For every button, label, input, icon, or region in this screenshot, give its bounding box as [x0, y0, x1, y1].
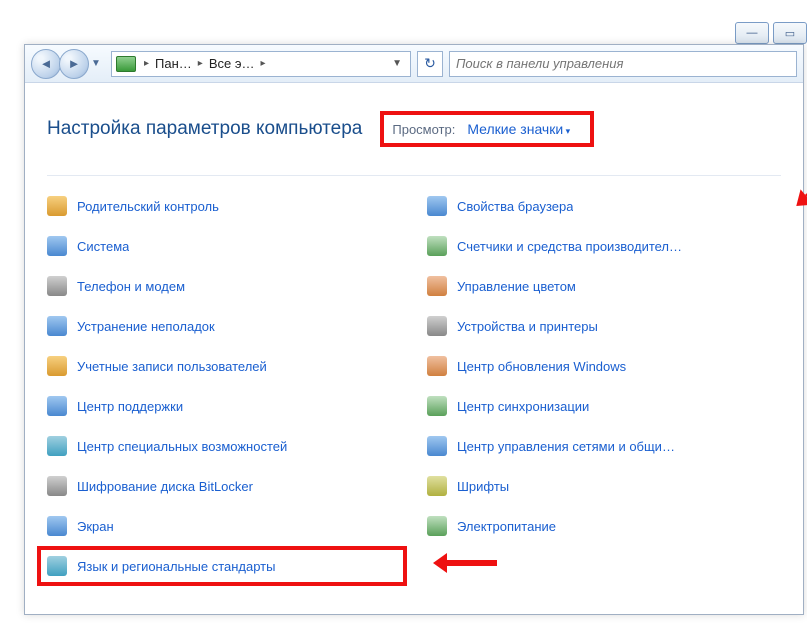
cp-item-label: Электропитание	[457, 519, 556, 534]
cp-item-label: Язык и региональные стандарты	[77, 559, 275, 574]
breadcrumb-2[interactable]: Все э…	[205, 56, 259, 71]
cp-item-label: Телефон и модем	[77, 279, 185, 294]
cp-item-icon	[427, 196, 447, 216]
crumb-sep-icon: ▸	[196, 58, 205, 69]
cp-item-label: Свойства браузера	[457, 199, 573, 214]
view-label: Просмотр:	[392, 122, 455, 137]
cp-item-icon	[47, 476, 67, 496]
cp-item-label: Центр поддержки	[77, 399, 183, 414]
cp-item[interactable]: Система	[47, 226, 407, 266]
cp-item-icon	[47, 356, 67, 376]
cp-item[interactable]: Центр специальных возможностей	[47, 426, 407, 466]
minimize-button[interactable]: —	[735, 22, 769, 44]
search-input[interactable]	[456, 56, 790, 71]
cp-item[interactable]: Устройства и принтеры	[427, 306, 807, 346]
cp-item-label: Родительский контроль	[77, 199, 219, 214]
forward-button[interactable]: ►	[59, 49, 89, 79]
refresh-button[interactable]: ↻	[417, 51, 443, 77]
cp-item-icon	[427, 316, 447, 336]
cp-item-icon	[47, 556, 67, 576]
cp-item[interactable]: Шифрование диска BitLocker	[47, 466, 407, 506]
breadcrumb-1[interactable]: Пан…	[151, 56, 196, 71]
cp-item-label: Центр синхронизации	[457, 399, 589, 414]
cp-item-icon	[47, 276, 67, 296]
content-area: Настройка параметров компьютера Просмотр…	[25, 83, 803, 614]
toolbar: ◄ ► ▼ ▸ Пан… ▸ Все э… ▸ ▼ ↻	[25, 45, 803, 83]
cp-item[interactable]: Центр обновления Windows	[427, 346, 807, 386]
cp-item-label: Учетные записи пользователей	[77, 359, 267, 374]
cp-item-icon	[427, 516, 447, 536]
cp-item-highlighted[interactable]: Язык и региональные стандарты	[37, 546, 407, 586]
cp-item-label: Управление цветом	[457, 279, 576, 294]
divider	[47, 175, 781, 176]
cp-item-label: Система	[77, 239, 129, 254]
cp-item[interactable]: Шрифты	[427, 466, 807, 506]
annotation-arrow-bottom	[427, 546, 807, 586]
cp-item-label: Центр специальных возможностей	[77, 439, 287, 454]
cp-item-label: Устранение неполадок	[77, 319, 215, 334]
address-dropdown-icon[interactable]: ▼	[388, 58, 406, 69]
cp-item-icon	[427, 356, 447, 376]
cp-item[interactable]: Управление цветом	[427, 266, 807, 306]
cp-item-icon	[47, 236, 67, 256]
cp-item-label: Шрифты	[457, 479, 509, 494]
cp-item[interactable]: Учетные записи пользователей	[47, 346, 407, 386]
cp-item[interactable]: Устранение неполадок	[47, 306, 407, 346]
search-box[interactable]	[449, 51, 797, 77]
cp-item[interactable]: Свойства браузера	[427, 186, 807, 226]
cp-item[interactable]: Центр синхронизации	[427, 386, 807, 426]
cp-item[interactable]: Счетчики и средства производител…	[427, 226, 807, 266]
cp-item-icon	[427, 476, 447, 496]
cp-item-label: Устройства и принтеры	[457, 319, 598, 334]
cp-item-icon	[427, 236, 447, 256]
maximize-button[interactable]: ▭	[773, 22, 807, 44]
address-bar[interactable]: ▸ Пан… ▸ Все э… ▸ ▼	[111, 51, 411, 77]
cp-item-icon	[47, 436, 67, 456]
nav-history-dropdown[interactable]: ▼	[87, 51, 105, 77]
cp-item-label: Шифрование диска BitLocker	[77, 479, 253, 494]
cp-item[interactable]: Центр управления сетями и общи…	[427, 426, 807, 466]
cp-item[interactable]: Родительский контроль	[47, 186, 407, 226]
cp-item-icon	[47, 196, 67, 216]
cp-item-icon	[427, 436, 447, 456]
nav-arrows: ◄ ► ▼	[31, 49, 105, 79]
cp-item[interactable]: Экран	[47, 506, 407, 546]
control-panel-icon	[116, 56, 136, 72]
page-title: Настройка параметров компьютера	[47, 118, 362, 140]
cp-item-label: Счетчики и средства производител…	[457, 239, 682, 254]
cp-item-icon	[47, 516, 67, 536]
items-grid: Родительский контроль Свойства браузера Си…	[47, 186, 781, 586]
header-row: Настройка параметров компьютера Просмотр…	[47, 111, 781, 147]
cp-item-label: Центр управления сетями и общи…	[457, 439, 675, 454]
cp-item[interactable]: Телефон и модем	[47, 266, 407, 306]
view-mode-dropdown[interactable]: Мелкие значки	[467, 121, 570, 137]
cp-item[interactable]: Электропитание	[427, 506, 807, 546]
window-controls: — ▭	[735, 22, 807, 44]
cp-item-icon	[47, 316, 67, 336]
crumb-sep-icon: ▸	[258, 58, 267, 69]
cp-item-label: Экран	[77, 519, 114, 534]
back-button[interactable]: ◄	[31, 49, 61, 79]
cp-item[interactable]: Центр поддержки	[47, 386, 407, 426]
cp-item-icon	[427, 396, 447, 416]
view-mode-highlight: Просмотр: Мелкие значки	[380, 111, 594, 147]
cp-item-icon	[427, 276, 447, 296]
control-panel-window: ◄ ► ▼ ▸ Пан… ▸ Все э… ▸ ▼ ↻ Настройка па…	[24, 44, 804, 615]
cp-item-label: Центр обновления Windows	[457, 359, 626, 374]
cp-item-icon	[47, 396, 67, 416]
crumb-sep-icon: ▸	[142, 58, 151, 69]
